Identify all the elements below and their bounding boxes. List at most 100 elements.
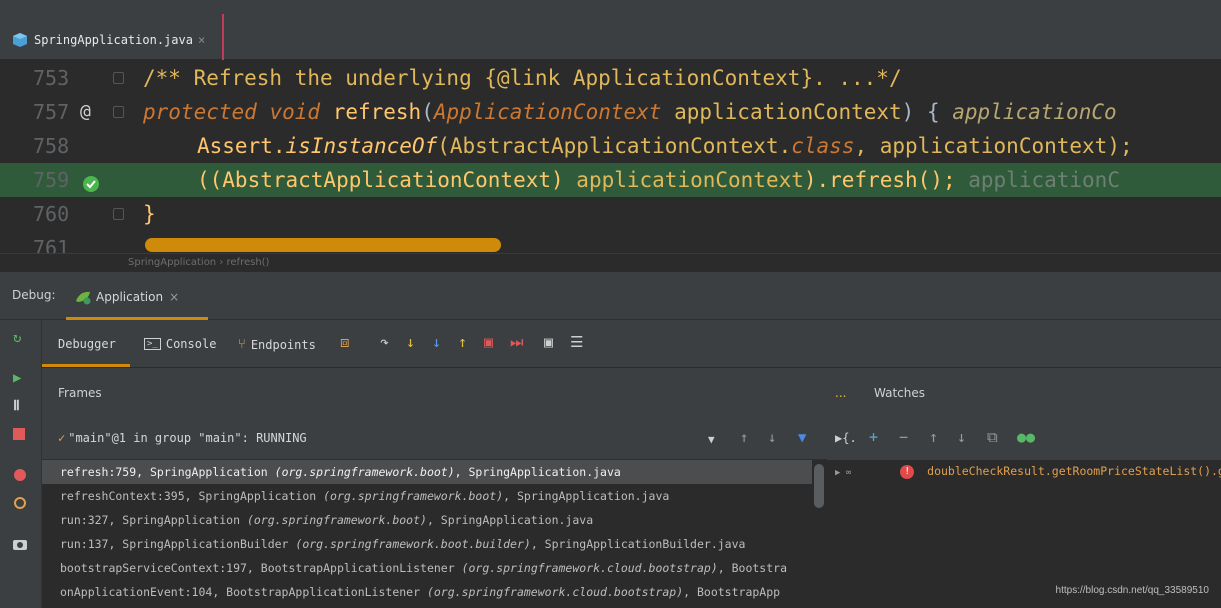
window-top-strip [0,0,1221,14]
previous-frame-icon[interactable]: ↑ [740,430,748,446]
frames-header: Frames [42,368,827,418]
line-number: 760 [33,202,70,226]
frame-item-selected[interactable]: refresh:759, SpringApplication (org.spri… [42,460,812,484]
debug-left-toolbar: ↻ ▶ Ⅱ [0,320,42,608]
run-to-cursor-icon[interactable]: ⏭ [510,333,524,351]
filter-icon[interactable]: ▼ [798,430,806,446]
override-marker-icon[interactable]: @ [80,95,91,129]
frame-item[interactable]: bootstrapServiceContext:197, BootstrapAp… [42,556,812,580]
code-param-type: ApplicationContext [433,100,662,124]
resume-icon[interactable]: ▶ [13,370,21,386]
error-icon: ! [900,464,915,479]
frame-item[interactable]: run:327, SpringApplication (org.springfr… [42,508,812,532]
code-text: protected void refresh(ApplicationContex… [143,95,1117,129]
add-watch-icon[interactable]: + [869,428,878,446]
watch-expression: doubleCheckResult.getRoomPriceStateList(… [927,464,1221,478]
evaluate-expression-icon[interactable]: ▣ [544,333,553,351]
move-up-icon[interactable]: ↑ [929,428,938,446]
scrollbar-thumb[interactable] [814,464,824,508]
step-over-icon[interactable]: ↷ [380,333,389,351]
restore-layout-icon[interactable]: ⧈ [340,333,350,351]
remove-watch-icon[interactable]: − [899,428,908,446]
editor-tab-spring-application[interactable]: SpringApplication.java × [12,24,205,56]
debugger-toolbar: Debugger >_ Console ⑂ Endpoints ⧈ ↷ ↓ ↓ … [42,320,1221,368]
line-number: 759 [33,168,70,192]
more-icon[interactable]: ... [835,386,846,400]
code-line: 753 /** Refresh the underlying {@link Ap… [0,61,1221,95]
code-cast: ((AbstractApplicationContext) [197,168,577,192]
tab-underline [42,364,130,367]
editor-tab-bar: SpringApplication.java × [0,14,1221,60]
code-text: } [143,202,156,226]
close-icon[interactable]: × [198,33,205,47]
pause-icon[interactable]: Ⅱ [13,398,20,414]
inline-value-hint: applicationCo [952,100,1117,124]
watch-item[interactable]: ▶ ∞ ! doubleCheckResult.getRoomPriceStat… [835,460,1221,482]
expand-icon[interactable]: ▶{. [835,431,857,445]
frames-scrollbar[interactable] [812,460,827,608]
tab-console-label: Console [165,337,217,351]
watches-list[interactable]: ▶ ∞ ! doubleCheckResult.getRoomPriceStat… [827,460,1221,608]
force-step-into-icon[interactable]: ↓ [432,333,441,351]
drop-frame-icon[interactable]: ▣ [484,333,493,351]
frame-item[interactable]: onApplicationEvent:104, BootstrapApplica… [42,580,812,604]
horizontal-scrollbar-thumb[interactable] [145,238,501,252]
frame-item[interactable]: run:137, SpringApplicationBuilder (org.s… [42,532,812,556]
step-into-icon[interactable]: ↓ [406,333,415,351]
move-down-icon[interactable]: ↓ [957,428,966,446]
tab-debugger[interactable]: Debugger [58,337,116,351]
code-class: Assert. [197,134,286,158]
copy-icon[interactable]: ⧉ [987,428,998,446]
code-line: 760 } [0,197,1221,231]
code-editor[interactable]: 753 /** Refresh the underlying {@link Ap… [0,61,1221,253]
code-keyword: class [791,134,855,158]
frames-list[interactable]: refresh:759, SpringApplication (org.spri… [42,460,812,608]
line-number: 761 [33,236,70,253]
line-number: 758 [33,134,70,158]
tab-debugger-label: Debugger [58,337,116,351]
close-icon[interactable]: × [169,290,179,304]
fold-icon[interactable] [113,208,124,220]
code-punct: ) { [901,100,940,124]
glasses-icon[interactable]: ●● [1017,428,1035,446]
code-call: ).refresh(); [803,168,956,192]
code-text: ((AbstractApplicationContext) applicatio… [197,163,1120,197]
code-comment: /** Refresh the underlying {@link Applic… [143,66,902,90]
stop-icon[interactable] [13,428,25,444]
fold-icon[interactable] [113,106,124,118]
code-keyword: void [269,100,321,124]
view-breakpoints-icon[interactable] [13,468,27,486]
spring-boot-run-icon [76,291,91,305]
tab-endpoints-label: Endpoints [250,337,316,352]
line-number: 757 [33,100,70,124]
next-frame-icon[interactable]: ↓ [768,430,776,446]
chevron-down-icon[interactable]: ▼ [708,433,715,446]
rerun-icon[interactable]: ↻ [13,330,21,346]
trace-icon[interactable]: ☰ [570,333,583,351]
thread-label: "main"@1 in group "main": RUNNING [68,431,307,445]
code-text: Assert.isInstanceOf(AbstractApplicationC… [197,129,1133,163]
debug-session-label: Application [96,290,164,304]
current-execution-line: 759 ((AbstractApplicationContext) applic… [0,163,1221,197]
debug-session-tab[interactable]: Application × [74,286,179,308]
thread-selector-value: ✓ "main"@1 in group "main": RUNNING [58,431,307,445]
tab-endpoints[interactable]: ⑂ Endpoints [238,337,316,352]
mute-breakpoints-icon[interactable] [13,496,27,514]
thread-selector[interactable]: ✓ "main"@1 in group "main": RUNNING ▼ ↑ ↓… [42,418,827,460]
code-var: applicationContext [576,168,804,192]
step-out-icon[interactable]: ↑ [458,333,467,351]
frame-item[interactable]: refreshContext:395, SpringApplication (o… [42,484,812,508]
breadcrumb[interactable]: SpringApplication › refresh() [0,253,1221,271]
code-args: , applicationContext); [854,134,1133,158]
fold-icon[interactable] [113,72,124,84]
code-keyword: protected [143,100,257,124]
editor-tab-label: SpringApplication.java [34,33,193,47]
debug-tool-window-header: Debug: Application × [0,272,1221,320]
check-icon: ✓ [58,431,66,445]
endpoints-icon: ⑂ [238,337,246,352]
code-method: isInstanceOf [285,134,438,158]
tab-console[interactable]: >_ Console [144,337,216,351]
watch-row-prefix: ▶ ∞ [835,468,852,478]
camera-icon[interactable] [13,538,27,554]
watches-title: Watches [874,386,925,400]
